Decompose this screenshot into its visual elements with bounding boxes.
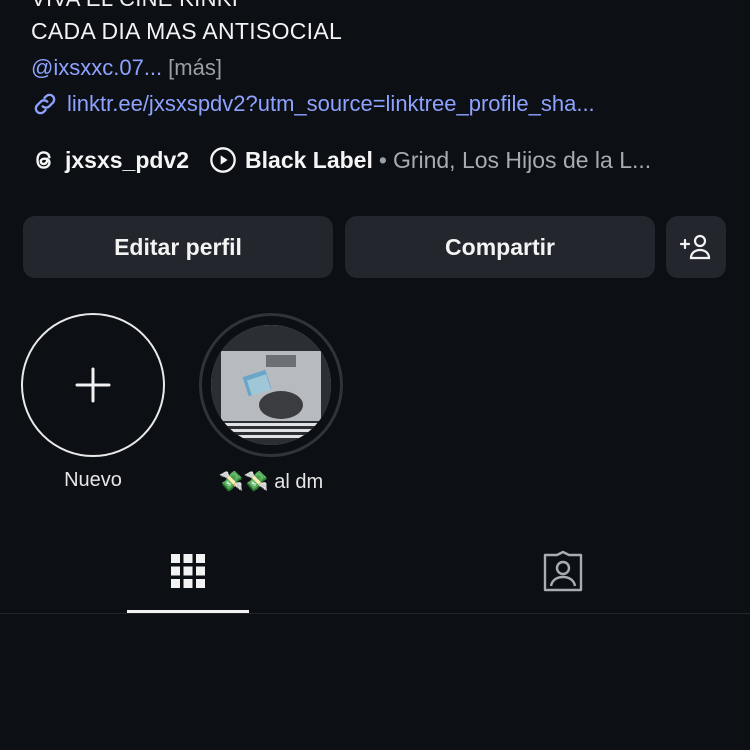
grid-icon bbox=[170, 553, 206, 589]
bio-line-2: CADA DIA MAS ANTISOCIAL bbox=[31, 18, 343, 44]
music-artists: Grind, Los Hijos de la L... bbox=[392, 146, 652, 173]
threads-handle: jxsxs_pdv2 bbox=[65, 146, 190, 173]
edit-profile-button[interactable]: Editar perfil bbox=[23, 216, 333, 278]
highlight-label: 💸💸 al dm bbox=[218, 471, 324, 493]
highlight-circle[interactable] bbox=[199, 313, 343, 457]
plus-icon bbox=[73, 365, 113, 405]
tab-posts[interactable] bbox=[127, 530, 249, 612]
profile-meta-row: jxsxs_pdv2 Black Label • Grind, Los Hijo… bbox=[31, 146, 721, 174]
tab-divider bbox=[0, 613, 750, 614]
bio-line-1: VIVA EL CINE KINKI bbox=[31, 0, 238, 12]
tagged-person-icon bbox=[541, 550, 585, 592]
new-highlight-circle[interactable] bbox=[21, 313, 165, 457]
highlight-label-new: Nuevo bbox=[64, 469, 122, 491]
threads-icon bbox=[31, 147, 57, 173]
highlight-item[interactable]: 💸💸 al dm bbox=[198, 313, 344, 494]
highlight-new[interactable]: Nuevo bbox=[20, 313, 166, 492]
profile-music[interactable]: Black Label • Grind, Los Hijos de la L..… bbox=[209, 146, 651, 174]
play-icon bbox=[209, 146, 237, 174]
bio-link[interactable]: linktr.ee/jxsxspdv2?utm_source=linktree_… bbox=[31, 90, 721, 118]
tab-tagged[interactable] bbox=[502, 530, 624, 612]
threads-badge[interactable]: jxsxs_pdv2 bbox=[31, 147, 189, 174]
bio-mention-row: @ixsxxc.07... [más] bbox=[31, 55, 222, 81]
add-person-icon bbox=[679, 232, 713, 262]
link-text: linktr.ee/jxsxspdv2?utm_source=linktree_… bbox=[67, 91, 595, 116]
mention-ellipsis: ... bbox=[143, 55, 163, 80]
highlight-cover-image bbox=[211, 325, 331, 445]
mention-link[interactable]: @ixsxxc.07 bbox=[31, 55, 144, 80]
link-icon bbox=[31, 90, 59, 118]
music-title: Black Label bbox=[245, 146, 373, 173]
more-button[interactable]: [más] bbox=[168, 55, 222, 80]
music-separator: • bbox=[378, 146, 387, 173]
discover-people-button[interactable] bbox=[666, 216, 726, 278]
share-profile-button[interactable]: Compartir bbox=[345, 216, 655, 278]
